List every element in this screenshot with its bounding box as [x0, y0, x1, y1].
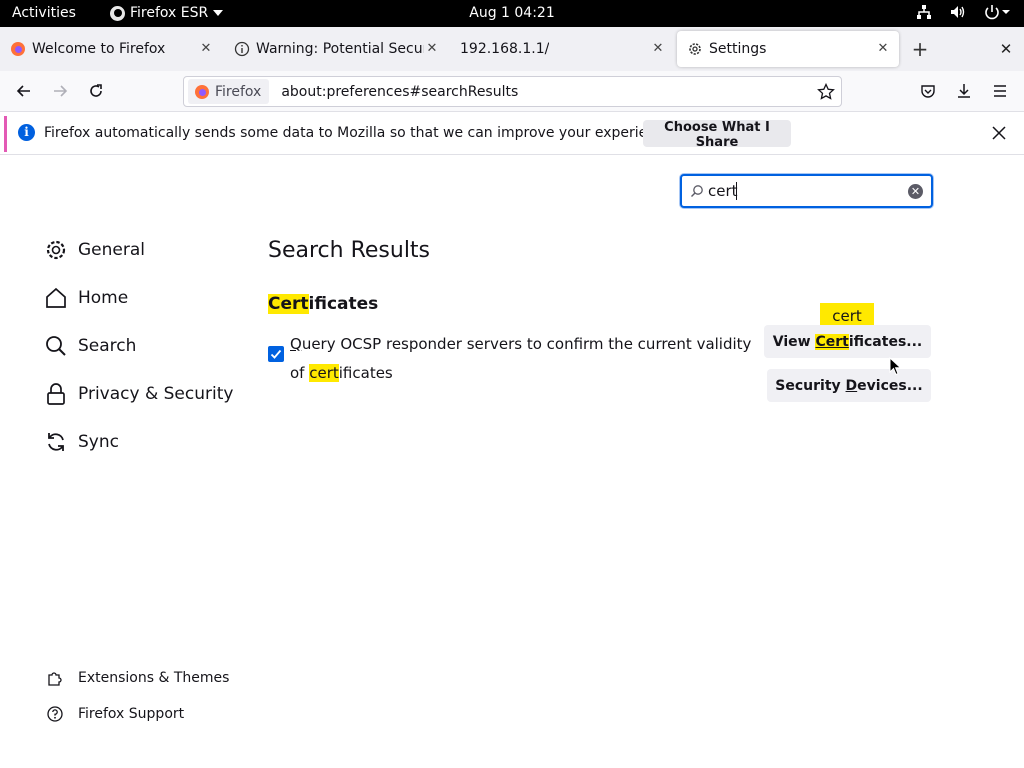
navigation-toolbar: Firefox about:preferences#searchResults	[0, 71, 1024, 112]
category-label: Privacy & Security	[78, 384, 234, 404]
close-tab-icon[interactable]: ✕	[650, 41, 666, 57]
info-icon: i	[18, 124, 35, 141]
mouse-cursor	[889, 357, 902, 376]
gear-icon	[689, 43, 701, 55]
category-search[interactable]: Search	[44, 330, 136, 362]
category-label: General	[78, 240, 145, 260]
button-text: Security	[775, 377, 846, 394]
firefox-support-link[interactable]: Firefox Support	[46, 705, 184, 723]
new-tab-button[interactable]: +	[908, 38, 932, 62]
notification-bar: i Firefox automatically sends some data …	[0, 112, 1024, 155]
lock-icon	[44, 382, 68, 406]
reload-icon	[90, 84, 102, 97]
bookmark-star-icon[interactable]	[817, 83, 835, 101]
back-button[interactable]	[12, 79, 36, 103]
downloads-button[interactable]	[952, 79, 976, 103]
category-general[interactable]: General	[44, 234, 145, 266]
ocsp-checkbox-label[interactable]: Query OCSP responder servers to confirm …	[290, 330, 760, 388]
info-icon	[234, 41, 250, 57]
footer-label: Extensions & Themes	[78, 670, 230, 686]
section-heading-certificates: Certificates	[268, 294, 378, 314]
search-icon	[691, 185, 703, 197]
forward-button[interactable]	[48, 79, 72, 103]
button-text: View	[772, 333, 816, 350]
pocket-button[interactable]	[916, 79, 940, 103]
text-caret	[736, 182, 737, 200]
choose-what-i-share-button[interactable]: Choose What I Share	[643, 120, 791, 150]
home-icon	[44, 286, 68, 310]
category-privacy-security[interactable]: Privacy & Security	[44, 378, 233, 410]
close-icon[interactable]	[990, 124, 1008, 142]
gear-icon	[44, 238, 68, 262]
access-key: Q	[290, 335, 302, 353]
hamburger-icon	[994, 85, 1006, 97]
puzzle-icon	[48, 672, 62, 686]
category-label: Home	[78, 288, 129, 308]
system-menu[interactable]	[916, 4, 1010, 20]
heading-text: ificates	[308, 294, 379, 314]
button-text: ificates...	[848, 333, 923, 350]
close-tab-icon[interactable]: ✕	[198, 41, 214, 57]
clock[interactable]: Aug 1 04:21	[469, 5, 555, 21]
search-highlight: Cert	[268, 294, 309, 314]
arrow-right-icon	[54, 85, 68, 97]
system-top-bar: Activities Firefox ESR Aug 1 04:21	[0, 0, 1024, 27]
close-tab-icon[interactable]: ✕	[875, 41, 891, 57]
volume-icon	[951, 6, 965, 18]
help-icon	[47, 706, 63, 722]
sync-icon	[44, 430, 68, 454]
tab-label: Warning: Potential Securi	[256, 41, 424, 57]
category-label: Search	[78, 336, 137, 356]
settings-search-box[interactable]: cert ✕	[680, 174, 933, 208]
identity-label: Firefox	[215, 83, 262, 100]
arrow-left-icon	[16, 85, 30, 97]
category-label: Sync	[78, 432, 119, 452]
tab-welcome[interactable]: Welcome to Firefox ✕	[0, 31, 222, 67]
notification-accent	[4, 116, 7, 152]
identity-box[interactable]: Firefox	[188, 79, 270, 104]
network-icon	[917, 5, 931, 19]
reload-button[interactable]	[84, 79, 108, 103]
notification-text: Firefox automatically sends some data to…	[44, 125, 677, 141]
access-key: D	[845, 377, 858, 394]
button-text: evices...	[857, 377, 923, 394]
view-certificates-button[interactable]: View Cert ificates...	[764, 325, 931, 358]
menu-button[interactable]	[988, 79, 1012, 103]
search-icon	[44, 334, 68, 358]
address-bar[interactable]: Firefox about:preferences#searchResults	[183, 76, 842, 107]
firefox-icon	[11, 42, 25, 56]
download-icon	[958, 84, 970, 98]
tab-label: Welcome to Firefox	[32, 41, 166, 57]
tab-warning[interactable]: Warning: Potential Securi ✕	[224, 31, 448, 67]
ocsp-checkbox[interactable]	[268, 346, 284, 362]
page-title: Search Results	[268, 238, 431, 263]
search-highlight: cert	[309, 364, 339, 382]
category-home[interactable]: Home	[44, 282, 128, 314]
label-text: ificates	[338, 364, 393, 382]
tab-settings[interactable]: Settings ✕	[677, 31, 899, 67]
checkmark-icon	[270, 349, 282, 359]
clear-search-icon[interactable]: ✕	[908, 184, 923, 199]
category-sync[interactable]: Sync	[44, 426, 119, 458]
tab-label: Settings	[709, 41, 767, 57]
tab-label: 192.168.1.1/	[460, 41, 550, 57]
search-highlight: Cert	[815, 333, 849, 350]
tab-bar: Welcome to Firefox ✕ Warning: Potential …	[0, 27, 1024, 71]
tab-router[interactable]: 192.168.1.1/ ✕	[450, 31, 674, 67]
close-window-icon[interactable]: ✕	[996, 40, 1016, 58]
close-tab-icon[interactable]: ✕	[424, 41, 440, 57]
url-text[interactable]: about:preferences#searchResults	[281, 84, 518, 100]
power-icon	[985, 5, 1010, 20]
footer-label: Firefox Support	[78, 706, 185, 722]
security-devices-button[interactable]: Security Devices...	[767, 369, 931, 402]
pocket-icon	[921, 85, 935, 98]
firefox-icon	[195, 84, 209, 99]
extensions-themes-link[interactable]: Extensions & Themes	[46, 669, 229, 687]
